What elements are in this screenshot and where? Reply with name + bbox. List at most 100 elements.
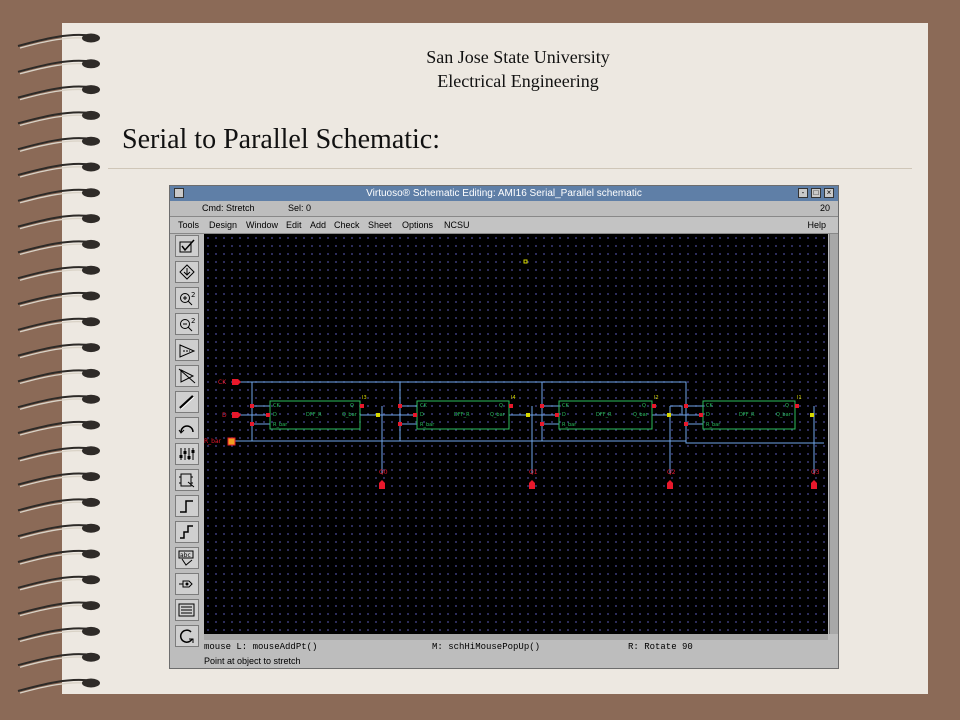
undo-icon[interactable] [175, 443, 199, 465]
ff4-port-qbar: Q_bar [776, 412, 792, 418]
window-title: Virtuoso® Schematic Editing: AMI16 Seria… [366, 188, 642, 199]
department-name: Electrical Engineering [437, 71, 599, 91]
binding-hole [82, 59, 100, 69]
pin-rbar [227, 437, 236, 446]
selection-status: Sel: 0 [288, 203, 312, 213]
menu-design[interactable]: Design [209, 217, 237, 233]
close-icon[interactable]: × [824, 188, 834, 198]
toolbar: 2 2 abc [172, 235, 202, 655]
ff4-port-rbar: R_bar [706, 422, 721, 428]
copy-icon[interactable] [175, 365, 199, 387]
ff3-port-qbar: Q_bar [633, 412, 649, 418]
vertical-scrollbar[interactable] [829, 234, 838, 634]
inst-label-4: I1 [797, 395, 802, 401]
window-titlebar[interactable]: Virtuoso® Schematic Editing: AMI16 Seria… [170, 186, 838, 201]
ff2-name: DFF_R [454, 412, 470, 418]
binding-hole [82, 472, 100, 482]
stretch-icon[interactable] [175, 339, 199, 361]
delete-icon[interactable] [175, 417, 199, 439]
menu-options[interactable]: Options [402, 217, 433, 233]
qbar-term-1 [376, 413, 380, 417]
university-name: San Jose State University [426, 47, 610, 67]
ck-wire [238, 381, 824, 444]
ff3-name: DFF_R [596, 412, 612, 418]
zoom-in-icon[interactable]: 2 [175, 287, 199, 309]
zoom-out-icon[interactable]: 2 [175, 313, 199, 335]
maximize-icon[interactable]: □ [811, 188, 821, 198]
pin-label-q1: Q1 [529, 469, 538, 476]
ff4-port-ck: CK [706, 403, 713, 409]
menu-add[interactable]: Add [310, 217, 326, 233]
mouse-middle-binding: M: schHiMousePopUp() [432, 642, 541, 652]
dot-1b [250, 422, 254, 426]
ff1-port-qbar: Q_bar [342, 412, 358, 418]
binding-hole [82, 497, 100, 507]
cmd-options-icon[interactable] [175, 599, 199, 621]
ff2-port-d: D [420, 412, 424, 418]
dot-3b [540, 422, 544, 426]
pin-add-icon[interactable] [175, 573, 199, 595]
binding-hole [82, 549, 100, 559]
save-icon[interactable] [175, 261, 199, 283]
ff4-port-d: D [706, 412, 710, 418]
pin-d [232, 412, 241, 418]
window-menu-icon[interactable] [174, 188, 184, 198]
label-icon[interactable]: abc [175, 547, 199, 569]
ff2-port-qbar: Q_bar [490, 412, 506, 418]
schematic-drawing: CK D R_bar DFF_R Q Q_bar CK D R_bar DFF_… [204, 259, 824, 489]
menu-sheet[interactable]: Sheet [368, 217, 392, 233]
menu-edit[interactable]: Edit [286, 217, 302, 233]
ff1-name: DFF_R [306, 412, 322, 418]
dot-out-2 [509, 404, 513, 408]
binding-hole [82, 420, 100, 430]
inst-label-1: I3 [362, 395, 367, 401]
dot-3c [555, 413, 559, 417]
ff3-port-ck: CK [562, 403, 569, 409]
mouse-left-binding: mouse L: mouseAddPt() [204, 642, 318, 652]
dot-2c [413, 413, 417, 417]
binding-hole [82, 265, 100, 275]
menu-help[interactable]: Help [807, 217, 826, 233]
binding-hole [82, 446, 100, 456]
redraw-icon[interactable] [175, 625, 199, 647]
pin-label-ck: CK [218, 379, 227, 386]
pin-label-q0: Q0 [379, 469, 388, 476]
ff4-name: DFF_R [739, 412, 755, 418]
pin-icon[interactable] [175, 521, 199, 543]
instance-icon[interactable] [175, 495, 199, 517]
binding-hole [82, 394, 100, 404]
pin-label-q2: Q2 [667, 469, 676, 476]
minimize-icon[interactable]: - [798, 188, 808, 198]
dot-1c [266, 413, 270, 417]
spiral-binding [17, 33, 100, 694]
horizontal-scrollbar[interactable] [204, 634, 828, 640]
check-save-icon[interactable] [175, 235, 199, 257]
svg-text:2: 2 [191, 317, 195, 325]
virtuoso-window: Virtuoso® Schematic Editing: AMI16 Seria… [169, 185, 839, 669]
menu-check[interactable]: Check [334, 217, 360, 233]
mouse-right-binding: R: Rotate 90 [628, 642, 693, 652]
schematic-canvas[interactable]: CK D R_bar DFF_R Q Q_bar CK D R_bar DFF_… [204, 234, 828, 634]
menu-ncsu[interactable]: NCSU [444, 217, 470, 233]
dot-2b [398, 422, 402, 426]
ff1-port-rbar: R_bar [273, 422, 288, 428]
pin-q1 [529, 480, 535, 489]
status-count: 20 [819, 203, 830, 213]
pin-label-d: D [222, 412, 227, 419]
binding-hole [82, 239, 100, 249]
property-icon[interactable] [175, 469, 199, 491]
pins [227, 379, 817, 489]
qbar-term-2 [526, 413, 530, 417]
wires [234, 381, 824, 474]
dot-4b [684, 422, 688, 426]
ff1-port-ck: CK [273, 403, 280, 409]
ff3-out [670, 405, 683, 415]
menu-tools[interactable]: Tools [178, 217, 199, 233]
origin-marker [523, 259, 528, 264]
svg-text:2: 2 [191, 291, 195, 299]
wire-icon[interactable] [175, 391, 199, 413]
menu-window[interactable]: Window [246, 217, 278, 233]
ff2-port-q: Q [499, 403, 503, 409]
binding-hole [82, 291, 100, 301]
inst-label-3: I2 [654, 395, 659, 401]
